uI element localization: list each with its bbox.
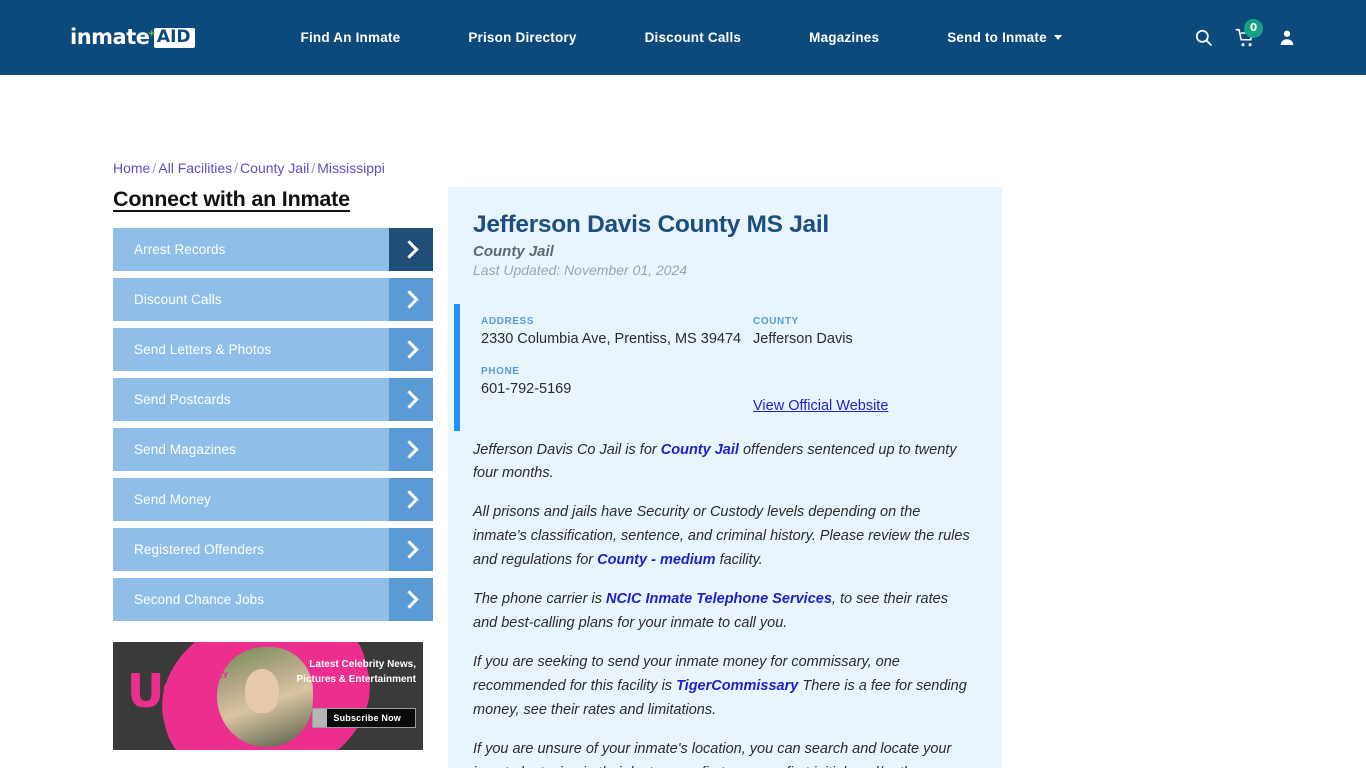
link-county-jail[interactable]: County Jail xyxy=(661,442,739,458)
header-icon-group: 0 xyxy=(1182,18,1366,58)
site-header: inmate + AID Find An Inmate Prison Directo… xyxy=(0,0,1366,75)
sidebar-item-send-money[interactable]: Send Money xyxy=(113,478,433,521)
nav-item-prison-directory[interactable]: Prison Directory xyxy=(434,30,610,45)
breadcrumb-separator: / xyxy=(152,160,157,176)
sidebar-item-label: Send Letters & Photos xyxy=(134,342,272,357)
sidebar-item-registered-offenders[interactable]: Registered Offenders xyxy=(113,528,433,571)
search-icon[interactable] xyxy=(1182,18,1224,58)
main-nav: Find An Inmate Prison Directory Discount… xyxy=(267,30,1182,45)
sidebar-item-label: Send Money xyxy=(134,492,211,507)
breadcrumb-separator: / xyxy=(311,160,316,176)
chevron-right-icon xyxy=(389,328,433,371)
page-title: Jefferson Davis County MS Jail xyxy=(473,211,829,238)
facility-card: Jefferson Davis County MS Jail County Ja… xyxy=(448,187,1002,768)
sidebar-title: Connect with an Inmate xyxy=(113,187,350,211)
sidebar-item-arrest-records[interactable]: Arrest Records xyxy=(113,228,433,271)
logo-badge: AID xyxy=(153,27,195,48)
paragraph-text: The phone carrier is xyxy=(473,591,606,608)
breadcrumb-item-mississippi[interactable]: Mississippi xyxy=(317,160,385,176)
sidebar-item-label: Arrest Records xyxy=(134,242,226,257)
ad-subscribe-button[interactable]: Subscribe Now xyxy=(312,708,416,728)
phone-value: 601-792-5169 xyxy=(481,380,572,397)
county-label: COUNTY xyxy=(753,316,799,327)
paragraph-text: Jefferson Davis Co Jail is for xyxy=(473,441,661,458)
nav-item-find-an-inmate[interactable]: Find An Inmate xyxy=(267,30,435,45)
chevron-right-icon xyxy=(389,478,433,521)
chevron-right-icon xyxy=(389,528,433,571)
nav-item-send-to-inmate[interactable]: Send to Inmate xyxy=(913,30,1096,45)
sidebar-item-send-postcards[interactable]: Send Postcards xyxy=(113,378,433,421)
paragraph-text: facility. xyxy=(715,552,763,569)
address-value: 2330 Columbia Ave, Prentiss, MS 39474 xyxy=(481,331,742,347)
sidebar-item-label: Second Chance Jobs xyxy=(134,592,265,607)
cart-count-badge: 0 xyxy=(1244,18,1263,38)
sidebar-item-label: Send Postcards xyxy=(134,392,231,407)
paragraph-text: If you are unsure of your inmate's locat… xyxy=(473,740,952,768)
facility-description: Jefferson Davis Co Jail is for County Ja… xyxy=(448,431,1002,768)
official-website-link[interactable]: View Official Website xyxy=(753,398,888,414)
ad-brand-text: Us xyxy=(127,664,189,718)
ad-banner[interactable]: Us WEEKLY Latest Celebrity News, Pictures… xyxy=(113,642,423,750)
ad-brand-logo: Us WEEKLY xyxy=(127,668,230,714)
sidebar-item-send-magazines[interactable]: Send Magazines xyxy=(113,428,433,471)
nav-item-magazines[interactable]: Magazines xyxy=(775,30,913,45)
chevron-right-icon xyxy=(389,578,433,621)
description-paragraph: Jefferson Davis Co Jail is for County Ja… xyxy=(473,439,972,487)
sidebar-item-label: Registered Offenders xyxy=(134,542,265,557)
chevron-right-icon xyxy=(389,378,433,421)
chevron-right-icon xyxy=(389,278,433,321)
description-paragraph: The phone carrier is NCIC Inmate Telepho… xyxy=(473,588,972,636)
page-body: Home / All Facilities / County Jail / Mississi… xyxy=(0,75,1366,768)
sidebar-item-send-letters-photos[interactable]: Send Letters & Photos xyxy=(113,328,433,371)
link-ncic[interactable]: NCIC Inmate Telephone Services xyxy=(606,591,832,607)
county-value: Jefferson Davis xyxy=(753,331,853,347)
breadcrumb: Home / All Facilities / County Jail / Mississi… xyxy=(113,160,385,176)
cart-icon[interactable]: 0 xyxy=(1224,18,1266,58)
link-tigercommissary[interactable]: TigerCommissary xyxy=(676,678,798,694)
sidebar: Connect with an Inmate Arrest Records Di… xyxy=(113,187,433,628)
breadcrumb-item-all-facilities[interactable]: All Facilities xyxy=(158,160,232,176)
ad-brand-sub: WEEKLY xyxy=(187,671,230,680)
link-county-medium[interactable]: County - medium xyxy=(597,552,715,568)
breadcrumb-item-home[interactable]: Home xyxy=(113,160,150,176)
breadcrumb-separator: / xyxy=(234,160,239,176)
ad-copy-text: Latest Celebrity News, Pictures & Entert… xyxy=(296,659,416,685)
sidebar-item-second-chance-jobs[interactable]: Second Chance Jobs xyxy=(113,578,433,621)
description-paragraph: If you are unsure of your inmate's locat… xyxy=(473,738,972,768)
phone-label: PHONE xyxy=(481,365,520,377)
logo-plus-icon: + xyxy=(148,27,155,40)
chevron-right-icon xyxy=(389,228,433,271)
facility-info-left-column: ADDRESS 2330 Columbia Ave, Prentiss, MS … xyxy=(481,316,753,415)
sidebar-item-label: Discount Calls xyxy=(134,292,222,307)
description-paragraph: All prisons and jails have Security or C… xyxy=(473,501,972,573)
nav-item-discount-calls[interactable]: Discount Calls xyxy=(611,30,776,45)
address-label: ADDRESS xyxy=(481,316,535,327)
facility-type: County Jail xyxy=(473,243,554,260)
description-paragraph: If you are seeking to send your inmate m… xyxy=(473,651,972,723)
site-logo[interactable]: inmate + AID xyxy=(70,23,195,53)
logo-text: inmate xyxy=(70,25,150,49)
sidebar-item-label: Send Magazines xyxy=(134,442,236,457)
facility-info-block: ADDRESS 2330 Columbia Ave, Prentiss, MS … xyxy=(454,304,1002,431)
facility-info-right-column: COUNTY Jefferson Davis View Official Web… xyxy=(753,316,1002,415)
chevron-right-icon xyxy=(389,428,433,471)
breadcrumb-item-county-jail[interactable]: County Jail xyxy=(240,160,309,176)
user-icon[interactable] xyxy=(1266,18,1308,58)
last-updated: Last Updated: November 01, 2024 xyxy=(473,262,688,278)
sidebar-item-discount-calls[interactable]: Discount Calls xyxy=(113,278,433,321)
